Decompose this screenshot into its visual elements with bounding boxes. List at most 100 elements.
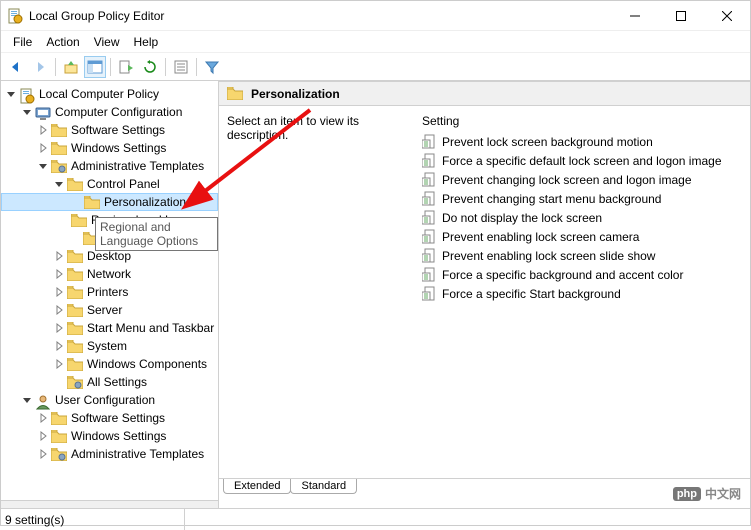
setting-item[interactable]: Prevent enabling lock screen slide show — [422, 246, 750, 265]
tree-item[interactable]: Server — [1, 301, 218, 319]
expander-icon[interactable] — [37, 448, 49, 460]
tree-item[interactable]: Windows Settings — [1, 139, 218, 157]
expander-icon[interactable] — [53, 178, 65, 190]
tree-item[interactable]: All Settings — [1, 373, 218, 391]
folder-icon — [51, 430, 67, 443]
setting-icon — [422, 153, 438, 169]
tree-personalization[interactable]: Personalization — [1, 193, 218, 211]
folder-icon — [67, 322, 83, 335]
menu-file[interactable]: File — [7, 33, 38, 51]
expander-icon[interactable] — [37, 124, 49, 136]
setting-icon — [422, 229, 438, 245]
maximize-button[interactable] — [658, 1, 704, 31]
tree-item[interactable]: Windows Components — [1, 355, 218, 373]
folder-icon — [84, 196, 100, 209]
menubar: File Action View Help — [1, 31, 750, 53]
description-text: Select an item to view its description. — [227, 114, 422, 478]
folder-icon — [51, 124, 67, 137]
folder-icon — [67, 304, 83, 317]
expander-icon[interactable] — [53, 268, 65, 280]
forward-button[interactable] — [29, 56, 51, 78]
setting-item[interactable]: Prevent lock screen background motion — [422, 132, 750, 151]
refresh-button[interactable] — [139, 56, 161, 78]
folder-icon — [51, 448, 67, 461]
setting-icon — [422, 267, 438, 283]
folder-icon — [67, 286, 83, 299]
folder-icon — [67, 376, 83, 389]
filter-button[interactable] — [201, 56, 223, 78]
properties-button[interactable] — [170, 56, 192, 78]
content-pane: Personalization Select an item to view i… — [219, 81, 750, 500]
folder-icon — [35, 106, 51, 119]
expander-icon[interactable] — [53, 250, 65, 262]
expander-icon[interactable] — [21, 394, 33, 406]
folder-icon — [35, 394, 51, 407]
tree-item[interactable]: Printers — [1, 283, 218, 301]
folder-icon — [67, 250, 83, 263]
tree-control-panel[interactable]: Control Panel — [1, 175, 218, 193]
folder-icon — [67, 268, 83, 281]
export-button[interactable] — [115, 56, 137, 78]
tree-item[interactable]: Network — [1, 265, 218, 283]
tree-computer-config[interactable]: Computer Configuration — [1, 103, 218, 121]
close-button[interactable] — [704, 1, 750, 31]
tab-standard[interactable]: Standard — [290, 479, 357, 494]
folder-icon — [51, 142, 67, 155]
tree-user-config[interactable]: User Configuration — [1, 391, 218, 409]
tab-extended[interactable]: Extended — [223, 479, 291, 494]
folder-icon — [67, 178, 83, 191]
tree-item[interactable]: Windows Settings — [1, 427, 218, 445]
setting-item[interactable]: Force a specific background and accent c… — [422, 265, 750, 284]
toolbar — [1, 53, 750, 81]
status-text: 9 setting(s) — [5, 509, 185, 530]
workspace: Local Computer PolicyComputer Configurat… — [1, 81, 750, 500]
expander-icon[interactable] — [37, 412, 49, 424]
tree-item[interactable]: Start Menu and Taskbar — [1, 319, 218, 337]
setting-icon — [422, 210, 438, 226]
minimize-button[interactable] — [612, 1, 658, 31]
setting-icon — [422, 191, 438, 207]
setting-column-header[interactable]: Setting — [422, 114, 750, 128]
expander-icon[interactable] — [37, 160, 49, 172]
setting-item[interactable]: Do not display the lock screen — [422, 208, 750, 227]
menu-help[interactable]: Help — [128, 33, 165, 51]
setting-icon — [422, 134, 438, 150]
setting-item[interactable]: Prevent changing lock screen and logon i… — [422, 170, 750, 189]
menu-view[interactable]: View — [88, 33, 126, 51]
expander-icon[interactable] — [53, 340, 65, 352]
expander-icon[interactable] — [53, 358, 65, 370]
show-hide-tree-button[interactable] — [84, 56, 106, 78]
expander-icon[interactable] — [37, 430, 49, 442]
app-icon — [7, 8, 23, 24]
tree-item[interactable]: Administrative Templates — [1, 445, 218, 463]
setting-item[interactable]: Prevent changing start menu background — [422, 189, 750, 208]
content-heading: Personalization — [251, 87, 340, 101]
expander-icon[interactable] — [53, 322, 65, 334]
setting-icon — [422, 286, 438, 302]
menu-action[interactable]: Action — [40, 33, 85, 51]
tree-root[interactable]: Local Computer Policy — [1, 85, 218, 103]
expander-icon[interactable] — [53, 286, 65, 298]
setting-item[interactable]: Force a specific default lock screen and… — [422, 151, 750, 170]
folder-icon — [19, 88, 35, 101]
tree-item[interactable]: Software Settings — [1, 409, 218, 427]
setting-item[interactable]: Prevent enabling lock screen camera — [422, 227, 750, 246]
expander-icon[interactable] — [5, 88, 17, 100]
statusbar: 9 setting(s) — [1, 508, 750, 530]
expander-icon[interactable] — [53, 304, 65, 316]
back-button[interactable] — [5, 56, 27, 78]
settings-list: Setting Prevent lock screen background m… — [422, 114, 750, 478]
folder-icon — [51, 160, 67, 173]
tree-admin-templates[interactable]: Administrative Templates — [1, 157, 218, 175]
tooltip: Regional and Language Options — [95, 217, 218, 251]
window-title: Local Group Policy Editor — [29, 9, 612, 23]
tabs: Extended Standard — [219, 478, 750, 500]
tree-item[interactable]: System — [1, 337, 218, 355]
setting-icon — [422, 172, 438, 188]
expander-icon[interactable] — [37, 142, 49, 154]
up-button[interactable] — [60, 56, 82, 78]
tree-item[interactable]: Software Settings — [1, 121, 218, 139]
expander-icon[interactable] — [21, 106, 33, 118]
folder-icon — [71, 214, 87, 227]
setting-item[interactable]: Force a specific Start background — [422, 284, 750, 303]
